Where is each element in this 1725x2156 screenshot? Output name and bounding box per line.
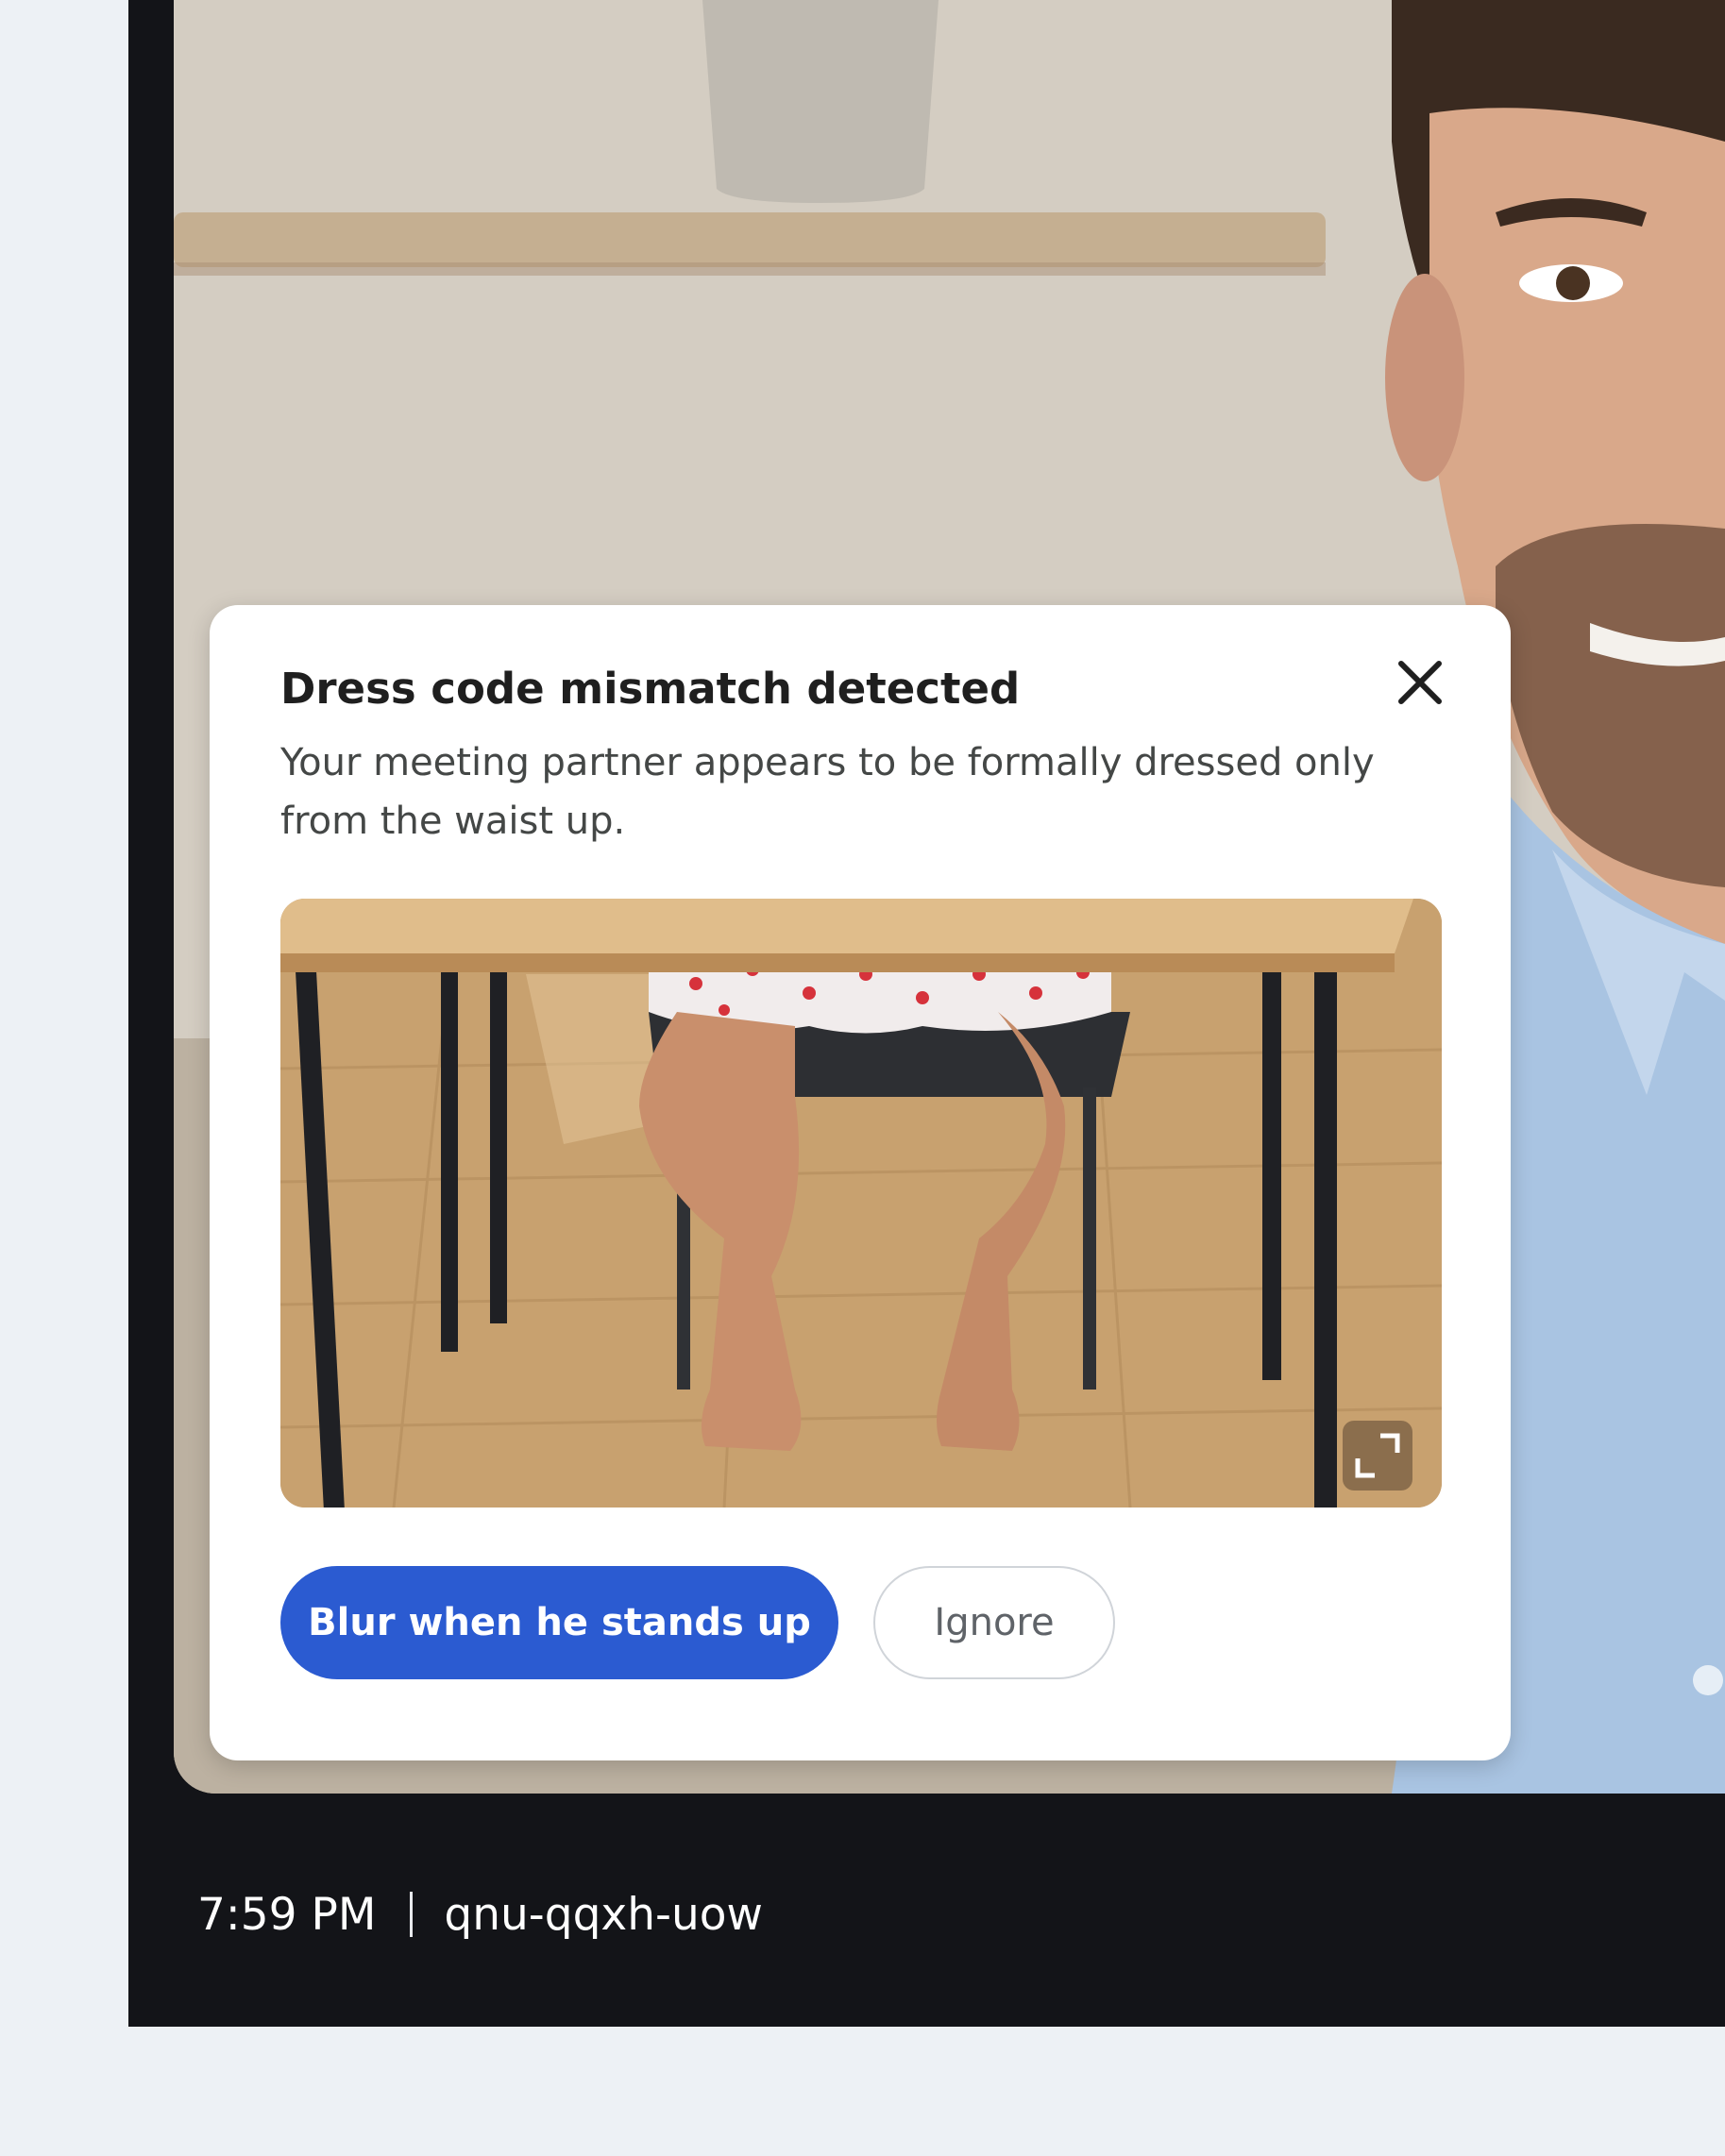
dialog-description: Your meeting partner appears to be forma…	[280, 741, 1375, 843]
meeting-info-divider	[410, 1892, 414, 1937]
ignore-button[interactable]: Ignore	[873, 1566, 1115, 1679]
expand-icon	[1355, 1433, 1400, 1478]
detection-preview-image[interactable]	[280, 899, 1442, 1508]
under-desk-image	[280, 899, 1442, 1508]
meeting-code: qnu-qqxh-uow	[444, 1888, 763, 1941]
dress-code-alert-dialog: Dress code mismatch detected Your meetin…	[210, 605, 1511, 1760]
close-button[interactable]	[1390, 652, 1450, 713]
meeting-time: 7:59 PM	[197, 1888, 377, 1941]
close-icon	[1398, 661, 1442, 704]
blur-when-standing-button[interactable]: Blur when he stands up	[280, 1566, 838, 1679]
dialog-title: Dress code mismatch detected	[280, 664, 1021, 714]
meeting-info-bar: 7:59 PM qnu-qqxh-uow	[197, 1886, 763, 1943]
expand-preview-button[interactable]	[1343, 1421, 1412, 1491]
